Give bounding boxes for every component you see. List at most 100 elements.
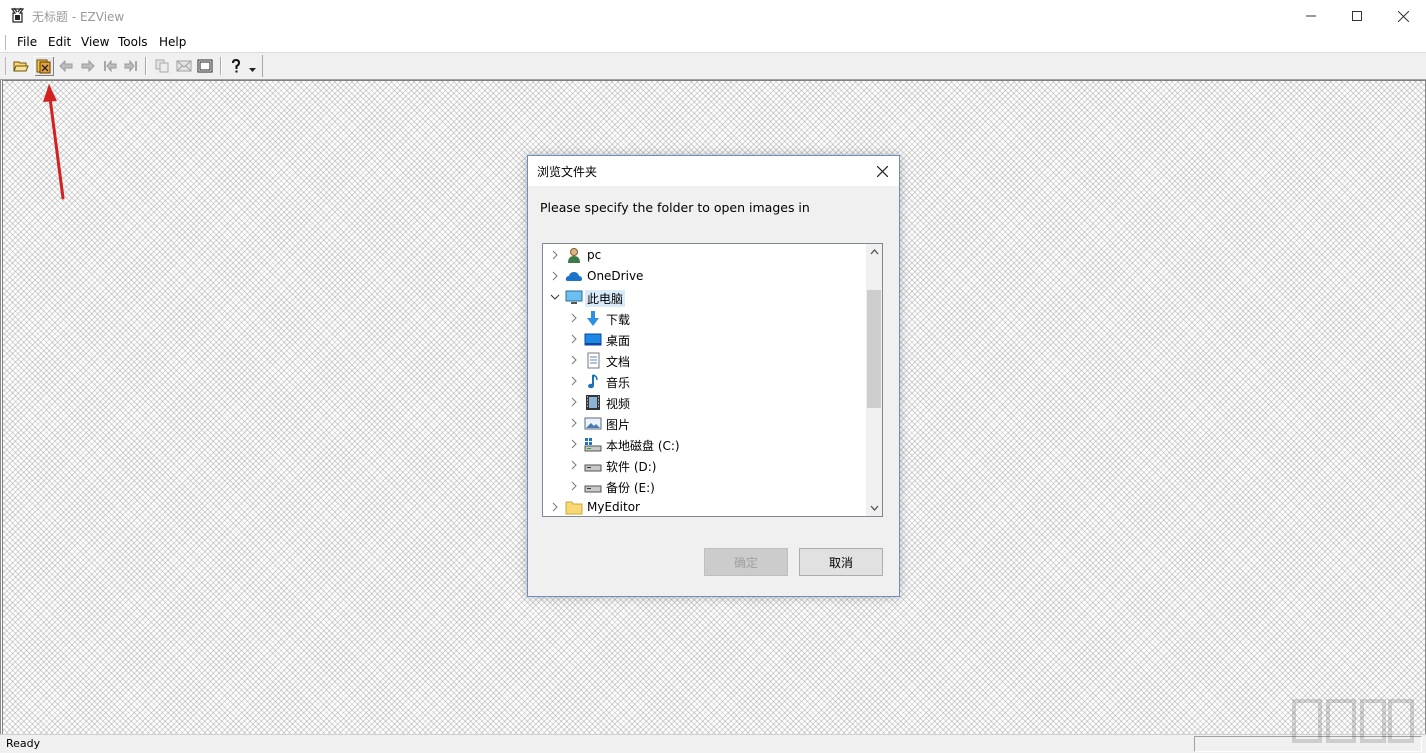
tree-item-pictures[interactable]: 图片 bbox=[543, 413, 865, 434]
help-button[interactable] bbox=[226, 56, 246, 76]
cloud-icon bbox=[565, 272, 582, 281]
tree-item-pc[interactable]: pc bbox=[543, 245, 865, 266]
document-icon bbox=[587, 352, 600, 369]
tree-item-drive-c[interactable]: 本地磁盘 (C:) bbox=[543, 434, 865, 455]
music-icon bbox=[588, 374, 598, 389]
forward-arrow-icon bbox=[81, 60, 95, 72]
folder-icon bbox=[565, 501, 583, 515]
tree-item-label: pc bbox=[587, 248, 602, 262]
browse-folder-icon bbox=[36, 59, 51, 74]
ok-button[interactable]: 确定 bbox=[704, 548, 788, 576]
menu-tools[interactable]: Tools bbox=[118, 35, 148, 49]
video-icon bbox=[586, 395, 600, 410]
watermark-logo bbox=[1292, 699, 1414, 743]
download-icon bbox=[587, 311, 599, 326]
previous-button[interactable] bbox=[56, 56, 76, 76]
title-bar: 无标题 - EZView bbox=[0, 0, 1426, 32]
tree-item-this-pc[interactable]: 此电脑 bbox=[543, 287, 865, 308]
tree-item-drive-e[interactable]: 备份 (E:) bbox=[543, 476, 865, 497]
tree-scrollbar[interactable] bbox=[866, 244, 882, 516]
last-image-icon bbox=[124, 60, 137, 72]
browse-folder-dialog: 浏览文件夹 Please specify the folder to open … bbox=[527, 155, 900, 597]
chevron-right-icon[interactable] bbox=[550, 271, 560, 281]
open-button[interactable] bbox=[11, 56, 31, 76]
fullscreen-button[interactable] bbox=[195, 56, 215, 76]
menu-help[interactable]: Help bbox=[159, 35, 186, 49]
browse-folder-button[interactable] bbox=[34, 56, 54, 76]
tree-item-onedrive[interactable]: OneDrive bbox=[543, 266, 865, 287]
chevron-right-icon[interactable] bbox=[569, 418, 579, 428]
tree-item-downloads[interactable]: 下载 bbox=[543, 308, 865, 329]
chevron-right-icon[interactable] bbox=[569, 313, 579, 323]
toolbar-end bbox=[262, 55, 263, 77]
dialog-title-bar: 浏览文件夹 bbox=[528, 156, 899, 186]
tree-item-label: 软件 (D:) bbox=[606, 460, 657, 474]
status-bar: Ready bbox=[0, 734, 1426, 753]
tree-item-myeditor[interactable]: MyEditor bbox=[543, 497, 865, 516]
maximize-button[interactable] bbox=[1334, 0, 1380, 32]
tree-item-label: OneDrive bbox=[587, 269, 644, 283]
tree-item-drive-d[interactable]: 软件 (D:) bbox=[543, 455, 865, 476]
tree-item-label: 本地磁盘 (C:) bbox=[606, 439, 680, 453]
open-folder-icon bbox=[13, 61, 29, 72]
tree-item-label: 此电脑 bbox=[585, 290, 626, 307]
chevron-right-icon[interactable] bbox=[569, 460, 579, 470]
tree-item-label: 桌面 bbox=[606, 334, 631, 348]
chevron-right-icon[interactable] bbox=[569, 355, 579, 365]
menu-file[interactable]: File bbox=[17, 35, 37, 49]
scroll-up-button[interactable] bbox=[866, 244, 882, 260]
status-text: Ready bbox=[6, 737, 41, 750]
tree-item-documents[interactable]: 文档 bbox=[543, 350, 865, 371]
help-dropdown-button[interactable] bbox=[246, 56, 258, 76]
last-button[interactable] bbox=[121, 56, 141, 76]
menu-bar: File Edit View Tools Help bbox=[0, 32, 1426, 53]
back-arrow-icon bbox=[59, 60, 73, 72]
toolbar-separator bbox=[145, 57, 147, 75]
chevron-right-icon[interactable] bbox=[550, 250, 560, 260]
chevron-down-icon bbox=[870, 505, 878, 511]
window-title: 无标题 - EZView bbox=[32, 10, 125, 24]
scroll-down-button[interactable] bbox=[866, 500, 882, 516]
chevron-right-icon[interactable] bbox=[569, 334, 579, 344]
toolbar-grip[interactable] bbox=[5, 57, 8, 75]
chevron-down-icon[interactable] bbox=[550, 292, 560, 302]
user-icon bbox=[568, 248, 580, 263]
chevron-right-icon[interactable] bbox=[569, 439, 579, 449]
menu-edit[interactable]: Edit bbox=[48, 35, 71, 49]
minimize-button[interactable] bbox=[1288, 0, 1334, 32]
cancel-button[interactable]: 取消 bbox=[799, 548, 883, 576]
dialog-prompt: Please specify the folder to open images… bbox=[540, 200, 810, 215]
dialog-close-button[interactable] bbox=[867, 156, 897, 186]
tree-item-videos[interactable]: 视频 bbox=[543, 392, 865, 413]
maximize-icon bbox=[1352, 11, 1362, 21]
chevron-right-icon[interactable] bbox=[550, 502, 560, 512]
toolbar-separator bbox=[220, 57, 222, 75]
next-button[interactable] bbox=[78, 56, 98, 76]
envelope-icon bbox=[176, 60, 192, 72]
tree-item-music[interactable]: 音乐 bbox=[543, 371, 865, 392]
fullscreen-icon bbox=[197, 59, 213, 73]
menu-view[interactable]: View bbox=[81, 35, 109, 49]
annotation-arrow bbox=[43, 84, 65, 200]
toolbar bbox=[0, 53, 1426, 80]
chevron-right-icon[interactable] bbox=[569, 481, 579, 491]
minimize-icon bbox=[1306, 15, 1316, 17]
close-icon bbox=[1397, 10, 1409, 22]
email-button[interactable] bbox=[174, 56, 194, 76]
scroll-thumb[interactable] bbox=[867, 290, 881, 408]
app-icon bbox=[10, 7, 25, 23]
tree-item-label: 下载 bbox=[606, 313, 631, 327]
chevron-right-icon[interactable] bbox=[569, 376, 579, 386]
close-icon bbox=[876, 165, 888, 177]
tree-item-label: 图片 bbox=[606, 418, 631, 432]
tree-item-label: 视频 bbox=[606, 397, 631, 411]
folder-tree[interactable]: pc OneDrive 此电脑 下载 桌面 文档 音乐 视频 图片 本地磁盘 (… bbox=[542, 243, 883, 517]
dropdown-icon bbox=[248, 67, 256, 72]
copy-button[interactable] bbox=[152, 56, 172, 76]
tree-item-desktop[interactable]: 桌面 bbox=[543, 329, 865, 350]
close-button[interactable] bbox=[1380, 0, 1426, 32]
chevron-right-icon[interactable] bbox=[569, 397, 579, 407]
first-button[interactable] bbox=[100, 56, 120, 76]
menu-grip[interactable] bbox=[5, 35, 8, 50]
drive-icon bbox=[584, 464, 602, 472]
